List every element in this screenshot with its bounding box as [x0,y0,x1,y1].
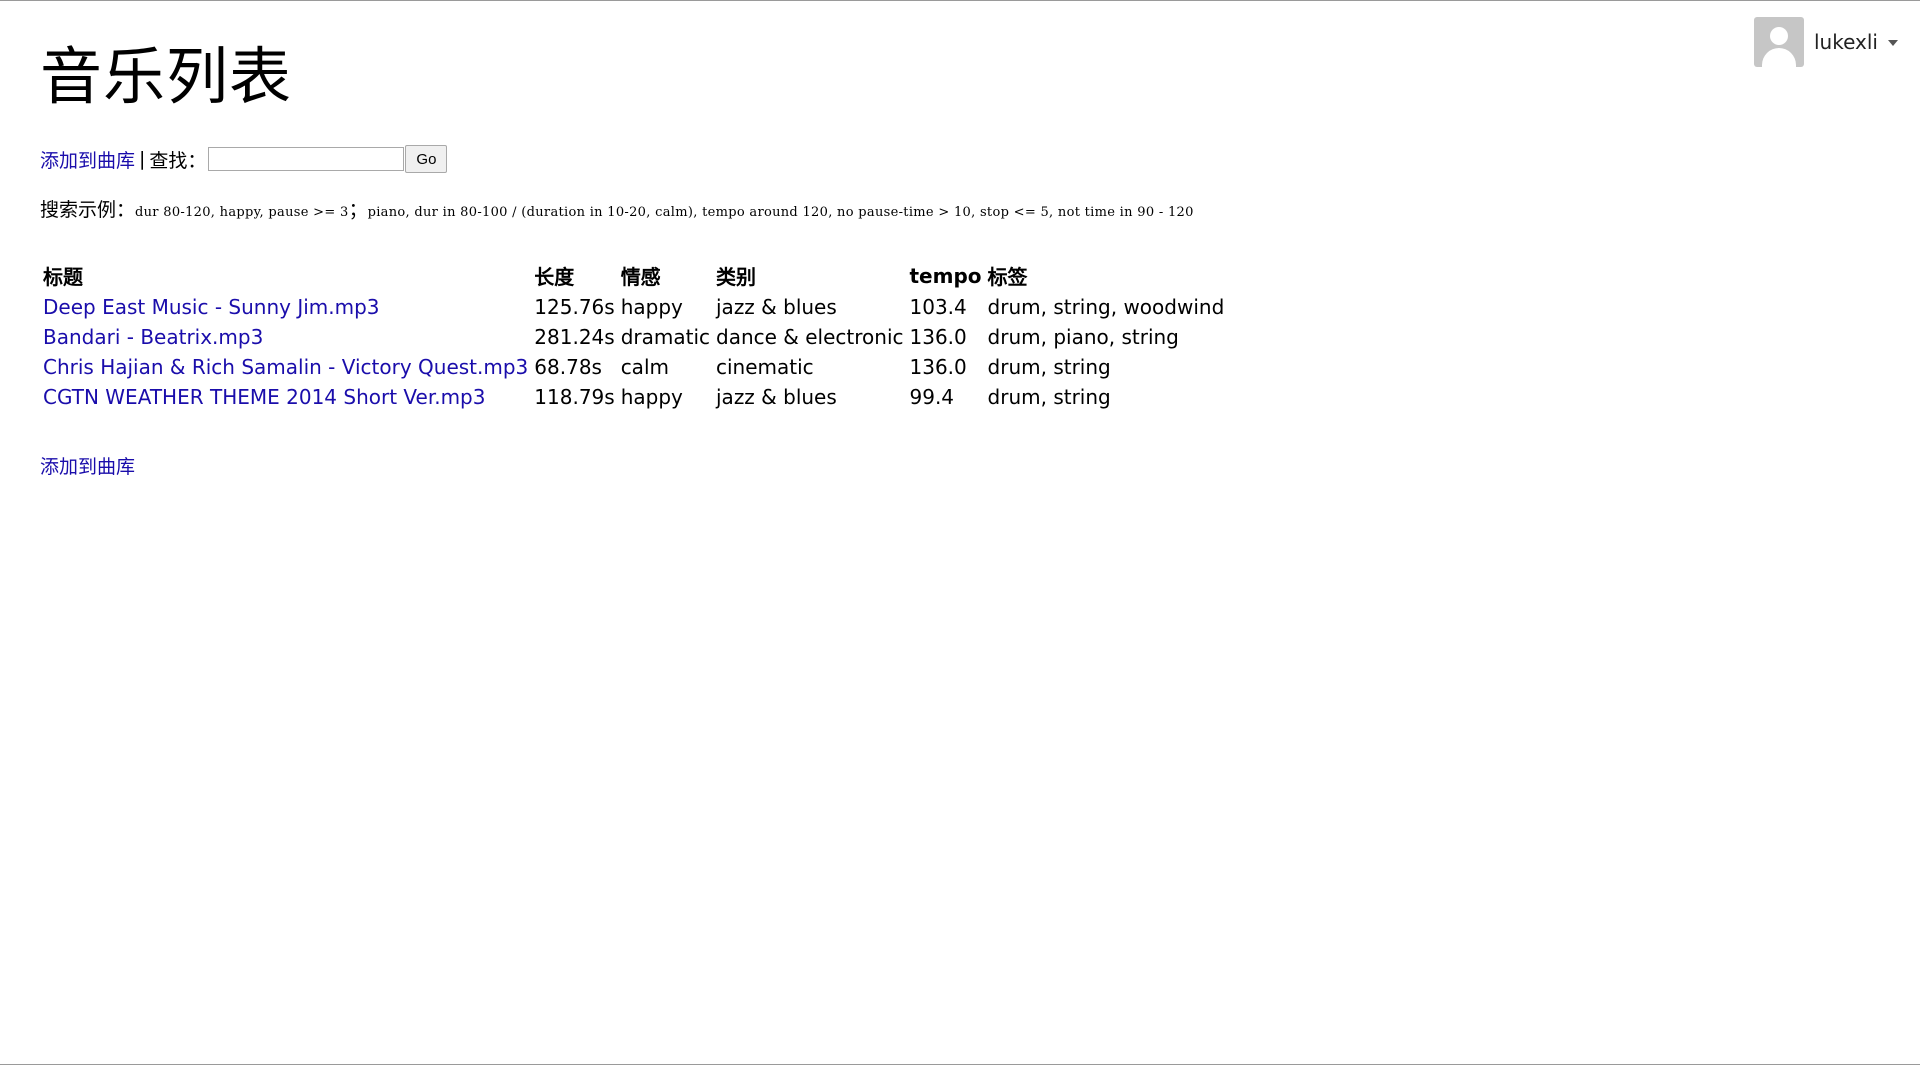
examples-label: 搜索示例： [40,199,136,221]
user-avatar-icon[interactable] [1753,17,1804,67]
page: lukexli 音乐列表 添加到曲库 | 查找： Go 搜索示例：dur 80-… [0,0,1920,1065]
caret-down-icon[interactable] [1888,40,1898,46]
example-query-2: piano, dur in 80-100 / (duration in 10-2… [367,205,1194,220]
header-category: 类别 [716,265,756,289]
avatar-head [1769,27,1788,45]
table-header-row: 标题 长度 情感 类别 tempo 标签 [40,259,1227,292]
toolbar-separator: | [139,148,146,170]
search-examples: 搜索示例：dur 80-120, happy, pause >= 3；piano… [40,195,1194,222]
cell-category: jazz & blues [716,295,837,319]
add-to-library-link-bottom[interactable]: 添加到曲库 [40,456,135,478]
table-row: Chris Hajian & Rich Samalin - Victory Qu… [40,352,1227,382]
cell-length: 68.78s [534,355,602,379]
table-row: CGTN WEATHER THEME 2014 Short Ver.mp3 11… [40,382,1227,412]
header-tags: 标签 [987,265,1028,289]
table-row: Bandari - Beatrix.mp3 281.24s dramatic d… [40,322,1227,352]
search-input[interactable] [208,147,405,171]
cell-length: 125.76s [534,295,615,319]
user-menu[interactable]: lukexli [1753,17,1898,67]
cell-tempo: 103.4 [909,295,967,319]
cell-tags: drum, string, woodwind [987,295,1225,319]
track-link[interactable]: CGTN WEATHER THEME 2014 Short Ver.mp3 [43,385,485,409]
cell-title: CGTN WEATHER THEME 2014 Short Ver.mp3 [40,382,531,412]
music-table: 标题 长度 情感 类别 tempo 标签 Deep East Music - S… [40,259,1227,412]
username[interactable]: lukexli [1814,30,1878,54]
cell-length: 118.79s [534,385,615,409]
cell-tempo: 99.4 [909,385,955,409]
examples-divider: ； [348,199,368,221]
cell-tempo: 136.0 [909,325,967,349]
cell-tags: drum, string [987,355,1111,379]
add-to-library-link[interactable]: 添加到曲库 [40,146,135,173]
cell-category: jazz & blues [716,385,837,409]
header-length: 长度 [534,265,575,289]
table-row: Deep East Music - Sunny Jim.mp3 125.76s … [40,292,1227,322]
go-button[interactable]: Go [405,145,448,173]
track-link[interactable]: Bandari - Beatrix.mp3 [43,325,263,349]
header-tempo: tempo [909,263,982,288]
track-link[interactable]: Deep East Music - Sunny Jim.mp3 [43,295,380,319]
cell-emotion: happy [620,295,683,319]
header-title: 标题 [43,265,83,289]
toolbar: 添加到曲库 | 查找： Go [40,145,448,173]
cell-title: Bandari - Beatrix.mp3 [40,322,531,352]
cell-tags: drum, piano, string [987,325,1179,349]
header-emotion: 情感 [620,265,661,289]
cell-emotion: calm [620,355,669,379]
cell-emotion: dramatic [620,325,710,349]
cell-category: dance & electronic [716,325,904,349]
cell-category: cinematic [716,355,814,379]
cell-length: 281.24s [534,325,615,349]
footer-links: 添加到曲库 [40,452,135,479]
cell-title: Deep East Music - Sunny Jim.mp3 [40,292,531,322]
example-query-1: dur 80-120, happy, pause >= 3 [135,205,349,220]
avatar-body [1761,48,1796,67]
page-title: 音乐列表 [40,40,293,113]
cell-emotion: happy [620,385,683,409]
cell-tags: drum, string [987,385,1111,409]
track-link[interactable]: Chris Hajian & Rich Samalin - Victory Qu… [43,355,528,379]
search-label: 查找： [149,149,207,172]
cell-title: Chris Hajian & Rich Samalin - Victory Qu… [40,352,531,382]
cell-tempo: 136.0 [909,355,967,379]
